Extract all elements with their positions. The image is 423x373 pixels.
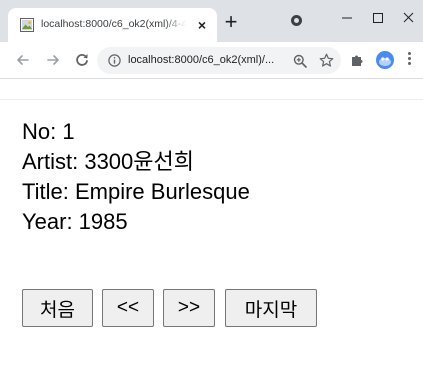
tab-title: localhost:8000/c6_ok2(xml)/4-4 xyxy=(41,18,186,30)
url-text[interactable]: localhost:8000/c6_ok2(xml)/... xyxy=(128,54,288,66)
next-button[interactable]: >> xyxy=(163,289,215,327)
browser-toolbar: localhost:8000/c6_ok2(xml)/... xyxy=(0,42,423,79)
arrow-left-icon[interactable] xyxy=(14,51,32,69)
avatar-face-icon xyxy=(379,57,391,66)
record-year: Year: 1985 xyxy=(22,209,128,234)
puzzle-icon[interactable] xyxy=(350,53,364,67)
record-no: No: 1 xyxy=(22,119,75,144)
minimize-icon[interactable] xyxy=(332,6,362,30)
browser-window: localhost:8000/c6_ok2(xml)/4-4 × + local… xyxy=(0,0,423,373)
previous-button[interactable]: << xyxy=(102,289,154,327)
first-button[interactable]: 처음 xyxy=(22,289,93,327)
record-artist: Artist: 3300윤선희 xyxy=(22,149,194,174)
arrow-right-icon[interactable] xyxy=(44,51,62,69)
kebab-icon[interactable] xyxy=(406,52,412,68)
browser-tab[interactable]: localhost:8000/c6_ok2(xml)/4-4 × xyxy=(8,8,217,42)
close-icon[interactable]: × xyxy=(194,17,210,33)
profile-dot-icon[interactable] xyxy=(291,15,302,26)
zoom-icon[interactable] xyxy=(293,54,307,68)
image-file-icon xyxy=(20,18,34,32)
window-close-icon[interactable] xyxy=(394,6,423,30)
last-button[interactable]: 마지막 xyxy=(225,289,317,327)
star-icon[interactable] xyxy=(319,53,334,68)
maximize-icon[interactable] xyxy=(363,6,393,30)
record-details: No: 1 Artist: 3300윤선희 Title: Empire Burl… xyxy=(22,117,250,237)
record-title: Title: Empire Burlesque xyxy=(22,179,250,204)
reload-icon[interactable] xyxy=(73,51,91,69)
plus-icon[interactable]: + xyxy=(221,11,241,33)
tab-strip: localhost:8000/c6_ok2(xml)/4-4 × + xyxy=(0,0,423,42)
page-content: No: 1 Artist: 3300윤선희 Title: Empire Burl… xyxy=(0,99,423,373)
info-icon[interactable] xyxy=(108,54,121,67)
avatar[interactable] xyxy=(376,51,394,69)
address-bar[interactable]: localhost:8000/c6_ok2(xml)/... xyxy=(97,47,341,74)
